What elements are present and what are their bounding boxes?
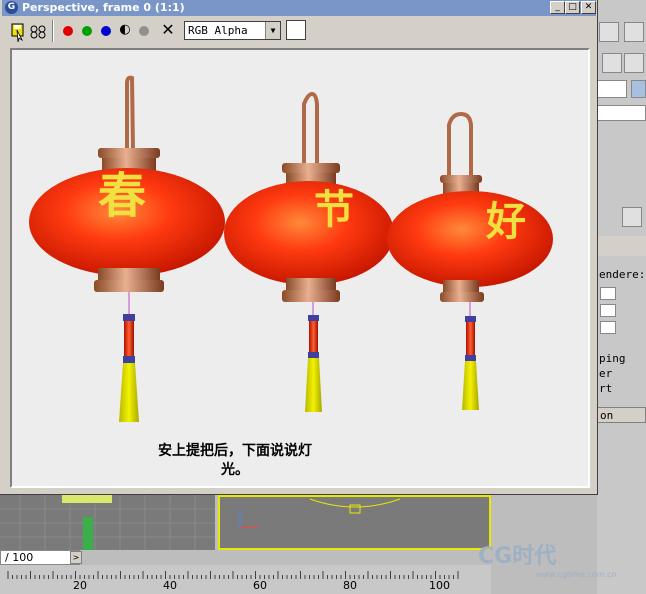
clone-window-button[interactable] <box>28 20 50 42</box>
background-label: endere: <box>599 268 646 281</box>
background-label: er <box>599 367 613 380</box>
window-title: Perspective, frame 0 (1:1) <box>22 1 185 14</box>
background-spinner[interactable] <box>600 304 616 317</box>
lanterns-render <box>29 75 553 422</box>
timeline-ruler[interactable]: 20 40 60 80 100 <box>0 565 491 594</box>
background-viewport-right[interactable] <box>218 495 491 550</box>
background-field[interactable] <box>597 80 627 98</box>
lantern-3-character: 好 <box>486 198 526 245</box>
background-viewport-left[interactable] <box>0 495 215 550</box>
caption-line-2: 光。 <box>221 462 249 478</box>
background-toolbar-icon[interactable] <box>622 207 642 227</box>
ruler-label: 60 <box>253 579 267 592</box>
render-canvas: 春 节 好 <box>10 48 590 488</box>
background-right-panel: endere: ping er rt on <box>597 0 646 594</box>
ruler-label: 80 <box>343 579 357 592</box>
background-field[interactable] <box>631 80 646 98</box>
color-swatch[interactable] <box>286 20 306 40</box>
background-spinner[interactable] <box>600 321 616 334</box>
lantern-2 <box>224 91 394 412</box>
gray-dot-icon <box>139 26 149 36</box>
background-toolbar-icon[interactable] <box>624 53 644 73</box>
background-rollout[interactable]: on <box>597 407 646 423</box>
window-titlebar[interactable]: G Perspective, frame 0 (1:1) _ □ ✕ <box>2 0 596 16</box>
tutorial-caption: 安上提把后，下面说说灯 光。 <box>140 442 330 480</box>
timeline-next-button[interactable]: > <box>70 551 82 564</box>
caption-line-1: 安上提把后，下面说说灯 <box>158 443 312 459</box>
close-button[interactable]: ✕ <box>581 1 596 14</box>
ruler-label: 100 <box>429 579 450 592</box>
background-panel-header <box>597 236 646 256</box>
background-label: rt <box>599 382 613 395</box>
clear-icon: ✕ <box>161 20 175 39</box>
save-bitmap-button[interactable] <box>8 20 30 43</box>
monochrome-icon: ◐ <box>119 22 131 37</box>
background-toolbar-icon[interactable] <box>624 22 644 42</box>
green-dot-icon <box>82 26 92 36</box>
minimize-button[interactable]: _ <box>550 1 565 14</box>
ruler-label: 20 <box>73 579 87 592</box>
background-spinner[interactable] <box>600 287 616 300</box>
watermark-url: www.cgtime.com.cn <box>536 570 617 579</box>
rendered-frame-window: G Perspective, frame 0 (1:1) _ □ ✕ ◐ ✕ R… <box>0 0 598 495</box>
channel-display-select[interactable]: RGB Alpha ▼ <box>184 21 281 40</box>
app-icon: G <box>5 1 18 14</box>
viewport-axis <box>239 498 401 528</box>
alpha-channel-toggle[interactable] <box>133 20 155 42</box>
timeline-counter[interactable]: / 100 <box>0 550 80 565</box>
maximize-button[interactable]: □ <box>565 1 580 14</box>
toolbar-separator <box>52 20 54 42</box>
background-toolbar-icon[interactable] <box>599 22 619 42</box>
background-toolbar-icon[interactable] <box>602 53 622 73</box>
clear-button[interactable]: ✕ <box>157 20 179 42</box>
ruler-ticks <box>7 571 459 579</box>
save-icon <box>11 23 24 43</box>
lantern-2-character: 节 <box>314 186 354 233</box>
ruler-label: 40 <box>163 579 177 592</box>
lantern-1 <box>29 75 225 422</box>
watermark-logo: CG时代 <box>478 544 557 569</box>
chevron-down-icon: ▼ <box>265 22 280 39</box>
lantern-1-character: 春 <box>98 168 147 224</box>
background-dropdown[interactable] <box>597 105 646 121</box>
lantern-3 <box>387 111 553 410</box>
background-label: on <box>600 409 614 422</box>
background-label: ping <box>599 352 626 365</box>
viewport-grid <box>0 495 215 550</box>
channel-select-value: RGB Alpha <box>188 24 248 37</box>
red-dot-icon <box>63 26 73 36</box>
clone-icon <box>30 25 46 39</box>
blue-dot-icon <box>101 26 111 36</box>
